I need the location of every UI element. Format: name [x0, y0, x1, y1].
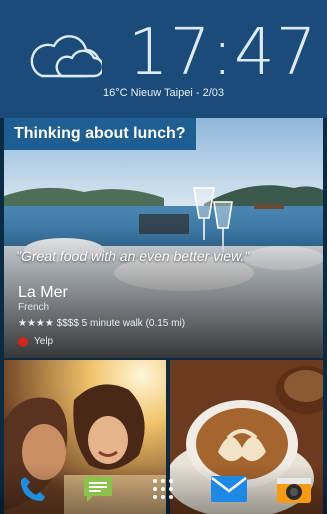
app-dock	[0, 464, 327, 514]
restaurant-rating-price-distance: ★★★★ $$$$ 5 minute walk (0.15 mi)	[18, 318, 186, 329]
phone-icon	[20, 477, 45, 501]
mail-icon	[210, 476, 247, 502]
phone-button[interactable]	[13, 469, 53, 509]
messages-button[interactable]	[78, 469, 118, 509]
weather-summary: 16°C Nieuw Taipei - 2/03	[103, 87, 224, 99]
restaurant-name: La Mer	[18, 284, 68, 301]
clock-time: 17:47	[128, 16, 318, 90]
suggestion-heading: Thinking about lunch?	[4, 118, 196, 150]
clock-weather-widget[interactable]: 17:47 16°C Nieuw Taipei - 2/03	[0, 0, 327, 118]
camera-button[interactable]	[274, 469, 314, 509]
source-attribution: Yelp	[18, 336, 53, 347]
home-screen: 17:47 16°C Nieuw Taipei - 2/03 Thinking …	[0, 0, 327, 514]
yelp-icon	[18, 336, 28, 347]
suggestion-card[interactable]: Thinking about lunch? "Great food with a…	[4, 118, 323, 358]
camera-icon	[277, 478, 312, 503]
message-icon	[84, 477, 113, 502]
review-quote: "Great food with an even better view."	[16, 248, 250, 264]
app-grid-icon	[153, 479, 174, 499]
cloud-icon	[30, 35, 102, 78]
source-label: Yelp	[34, 336, 54, 347]
restaurant-category: French	[18, 302, 50, 313]
mail-button[interactable]	[209, 469, 249, 509]
apps-button[interactable]	[143, 469, 183, 509]
